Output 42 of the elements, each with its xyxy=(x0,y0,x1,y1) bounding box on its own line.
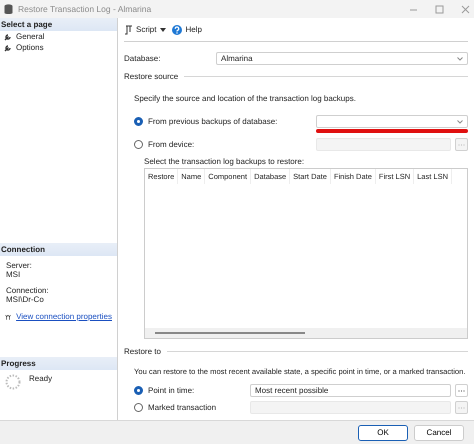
close-icon[interactable] xyxy=(461,4,470,14)
panel-header: Select a page xyxy=(0,18,117,31)
help-icon xyxy=(172,24,182,34)
script-button[interactable]: Script xyxy=(124,24,156,34)
connection-label: Connection: xyxy=(5,286,50,295)
database-dropdown[interactable]: Almarina xyxy=(216,52,468,65)
connection-properties-link[interactable]: View connection properties xyxy=(16,312,112,321)
database-icon xyxy=(4,4,13,14)
chevron-down-icon xyxy=(457,56,463,60)
server-value: MSI xyxy=(5,270,22,279)
section-title: Restore source xyxy=(124,72,178,81)
window-title: Restore Transaction Log - Almarina xyxy=(18,4,152,14)
restore-to-radio[interactable]: Point in time: xyxy=(134,386,250,395)
database-label: Database: xyxy=(124,54,162,63)
chevron-down-icon xyxy=(457,120,463,124)
maximize-icon[interactable] xyxy=(435,4,444,14)
browse-button[interactable] xyxy=(455,384,468,397)
browse-button[interactable] xyxy=(455,138,468,151)
backup-database-dropdown[interactable] xyxy=(316,115,468,128)
source-radio[interactable]: From previous backups of database: xyxy=(134,117,316,126)
dialog-button[interactable]: Cancel xyxy=(414,424,464,440)
page-item[interactable]: General xyxy=(0,31,117,42)
source-description: Specify the source and location of the transaction log backups. xyxy=(134,94,357,103)
script-icon xyxy=(124,24,133,34)
wrench-icon xyxy=(4,32,12,40)
progress-status: Ready xyxy=(29,374,52,383)
browse-button[interactable] xyxy=(455,401,468,414)
panel-header: Connection xyxy=(0,243,117,256)
horizontal-scrollbar[interactable] xyxy=(145,328,467,338)
panel-header: Progress xyxy=(0,357,117,370)
connection-icon xyxy=(5,312,12,320)
server-label: Server: xyxy=(5,261,33,270)
connection-value: MSI\Dr-Co xyxy=(5,295,45,304)
page-item[interactable]: Options xyxy=(0,42,117,53)
section-title: Restore to xyxy=(124,347,161,356)
dialog-button[interactable]: OK xyxy=(358,424,408,440)
help-button[interactable]: Help xyxy=(172,24,202,34)
table-label: Select the transaction log backups to restore: xyxy=(144,157,306,166)
wrench-icon xyxy=(4,44,12,52)
dropdown-arrow-icon[interactable] xyxy=(160,28,166,32)
restore-to-field[interactable]: Most recent possible xyxy=(250,384,451,397)
spinner-icon xyxy=(5,374,21,390)
